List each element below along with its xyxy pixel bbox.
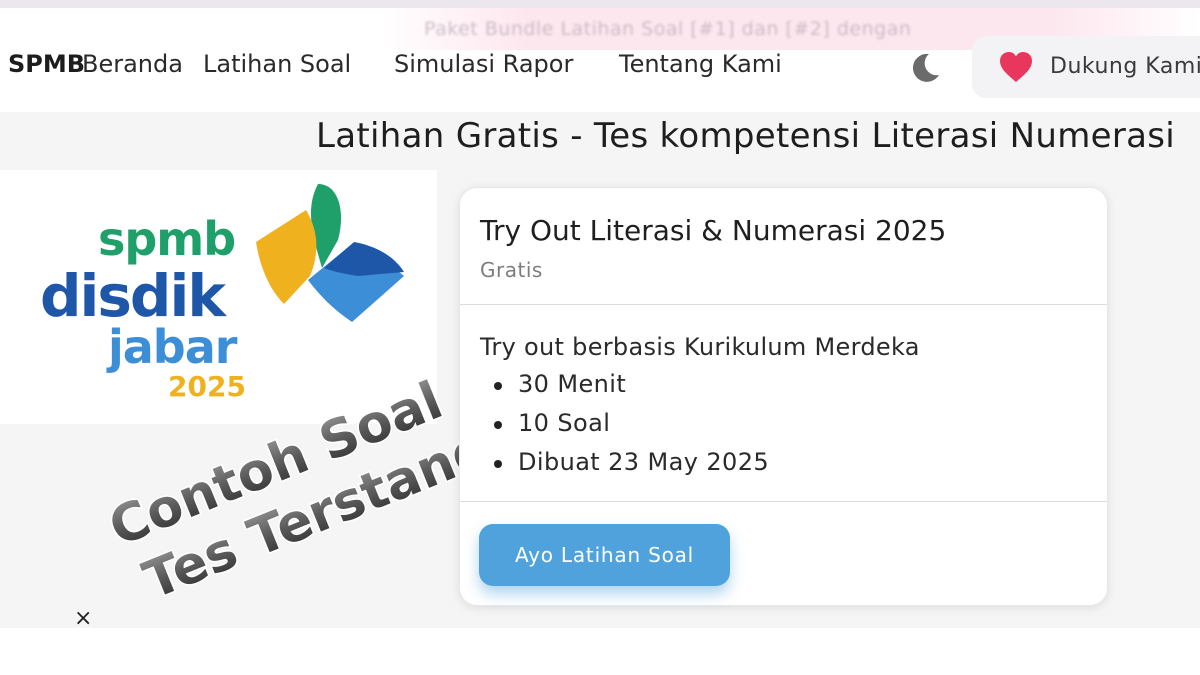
start-practice-button[interactable]: Ayo Latihan Soal [479,524,730,586]
list-item: Dibuat 23 May 2025 [490,448,769,487]
card-title: Try Out Literasi & Numerasi 2025 [480,214,947,247]
card-divider [460,501,1107,502]
close-icon[interactable]: × [74,608,92,630]
top-strip [0,0,1200,8]
nav-link-simulasi-rapor[interactable]: Simulasi Rapor [394,50,573,78]
list-item: 30 Menit [490,370,769,409]
card-details-list: 30 Menit 10 Soal Dibuat 23 May 2025 [490,370,769,487]
book-logo-icon [256,184,404,322]
page-title: Latihan Gratis - Tes kompetensi Literasi… [316,116,1176,156]
nav-link-latihan-soal[interactable]: Latihan Soal [203,50,351,78]
nav-link-beranda[interactable]: Beranda [82,50,183,78]
logo-text-year: 2025 [168,370,246,403]
card-price-label: Gratis [480,258,543,282]
logo-text-spmb: spmb [98,212,236,266]
logo-text-jabar: jabar [108,320,237,374]
support-button[interactable]: Dukung Kami [972,36,1200,98]
list-item: 10 Soal [490,409,769,448]
tryout-card: Try Out Literasi & Numerasi 2025 Gratis … [459,187,1108,606]
card-divider [460,304,1107,305]
support-button-label: Dukung Kami [1050,54,1200,79]
theme-toggle-button[interactable] [906,49,944,87]
heart-icon [1000,52,1032,82]
brand-logo[interactable]: SPMB [8,50,85,78]
nav-link-tentang-kami[interactable]: Tentang Kami [619,50,782,78]
card-description: Try out berbasis Kurikulum Merdeka [480,333,920,361]
navbar: SPMB Beranda Latihan Soal Simulasi Rapor… [0,8,1200,108]
moon-icon [912,53,939,82]
